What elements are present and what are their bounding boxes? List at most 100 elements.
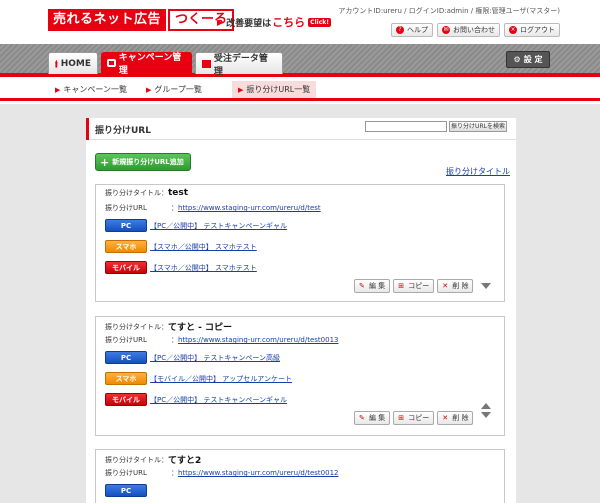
help-icon: ? xyxy=(396,26,404,34)
mail-icon: ✉ xyxy=(442,26,450,34)
campaign-link[interactable]: 【PC／公開中】 テストキャンペーンギャル xyxy=(150,221,287,231)
subnav-campaign-list[interactable]: ▶ キャンペーン一覧 xyxy=(52,81,130,98)
arrow-right-icon: ▶ xyxy=(55,85,61,94)
mobile-chip: モバイル xyxy=(105,393,147,406)
pc-chip: PC xyxy=(105,484,147,497)
card-url-link[interactable]: https://www.staging-urr.com/ureru/d/test xyxy=(178,204,321,212)
edit-button[interactable]: ✎ 編 集 xyxy=(354,411,391,425)
search-input[interactable] xyxy=(365,121,447,132)
sub-nav: ▶ キャンペーン一覧 ▶ グループ一覧 ▶ 振り分けURL一覧 xyxy=(0,77,600,101)
card-url-link[interactable]: https://www.staging-urr.com/ureru/d/test… xyxy=(178,469,338,477)
contact-button[interactable]: ✉ お問い合わせ xyxy=(437,23,500,37)
copy-label: コピー xyxy=(408,282,430,290)
reorder-controls xyxy=(481,279,495,289)
campaign-icon xyxy=(107,59,116,67)
device-row-pc: PC xyxy=(105,484,150,497)
card-actions: ✎ 編 集 ⊞ コピー ✕ 削 除 xyxy=(354,403,492,425)
copy-label: コピー xyxy=(408,414,430,422)
move-down-icon[interactable] xyxy=(481,283,492,289)
subnav-label: キャンペーン一覧 xyxy=(63,85,127,94)
campaign-link[interactable]: 【PC／公開中】 テストキャンペーンギャル xyxy=(150,395,287,405)
order-icon xyxy=(202,59,211,68)
delete-label: 削 除 xyxy=(452,414,469,422)
panel-header-accent xyxy=(86,118,89,140)
device-row-mobile: モバイル 【PC／公開中】 テストキャンペーンギャル xyxy=(105,393,287,406)
campaign-link[interactable]: 【スマホ／公開中】 スマホテスト xyxy=(150,263,257,273)
distribution-url-card: 振り分けタイトル： test 振り分けURL ： https://www.sta… xyxy=(95,184,505,302)
card-title: test xyxy=(168,188,189,198)
header-buttons: ? ヘルプ ✉ お問い合わせ × ログアウト xyxy=(391,23,560,37)
delete-button[interactable]: ✕ 削 除 xyxy=(437,411,474,425)
add-distribution-url-button[interactable]: + 新規振り分けURL追加 xyxy=(95,153,191,171)
move-up-icon[interactable] xyxy=(481,403,492,409)
edit-label: 編 集 xyxy=(369,282,386,290)
device-row-pc: PC 【PC／公開中】 テストキャンペーンギャル xyxy=(105,219,287,232)
delete-button[interactable]: ✕ 削 除 xyxy=(437,279,474,293)
card-url-row: 振り分けURL ： https://www.staging-urr.com/ur… xyxy=(105,335,338,345)
distribution-url-card: 振り分けタイトル： てすと2 振り分けURL ： https://www.sta… xyxy=(95,449,505,503)
move-down-icon[interactable] xyxy=(481,412,492,418)
pc-chip: PC xyxy=(105,219,147,232)
smartphone-chip: スマホ xyxy=(105,372,147,385)
device-row-mobile: モバイル 【スマホ／公開中】 スマホテスト xyxy=(105,261,257,274)
improve-text: 改善要望は xyxy=(226,18,272,29)
pc-chip: PC xyxy=(105,351,147,364)
tab-home-label: HOME xyxy=(60,58,91,69)
improvement-request-link[interactable]: ▶ 改善要望は こちら Click! xyxy=(217,14,331,30)
help-button[interactable]: ? ヘルプ xyxy=(391,23,433,37)
edit-button[interactable]: ✎ 編 集 xyxy=(354,279,391,293)
home-icon xyxy=(55,59,58,68)
settings-button[interactable]: ⚙ 設 定 xyxy=(506,51,550,68)
subnav-distribution-url-list[interactable]: ▶ 振り分けURL一覧 xyxy=(232,81,317,98)
card-title: てすと - コピー xyxy=(168,323,233,333)
device-row-pc: PC 【PC／公開中】 テストキャンペーン高級 xyxy=(105,351,280,364)
logout-button[interactable]: × ログアウト xyxy=(504,23,560,37)
tab-order-data[interactable]: 受注データ管理 xyxy=(195,52,283,77)
card-actions: ✎ 編 集 ⊞ コピー ✕ 削 除 xyxy=(354,279,492,293)
account-info: アカウントID:ureru / ログインID:admin / 権限:管理ユーザ(… xyxy=(338,7,560,15)
close-icon: ✕ xyxy=(442,281,449,290)
arrow-right-icon: ▶ xyxy=(217,17,224,27)
card-title-row: 振り分けタイトル： てすと2 xyxy=(105,453,201,467)
campaign-link[interactable]: 【モバイル／公開中】 アップセルアンケート xyxy=(150,374,292,384)
help-label: ヘルプ xyxy=(407,26,428,34)
app-logo[interactable]: 売れるネット広告 つくーる xyxy=(48,9,235,31)
reorder-controls xyxy=(481,403,495,418)
copy-button[interactable]: ⊞ コピー xyxy=(393,411,435,425)
url-sep: ： xyxy=(171,469,178,477)
improve-here-text: こちら xyxy=(272,16,306,29)
card-title-row: 振り分けタイトル： test xyxy=(105,188,188,198)
smartphone-chip: スマホ xyxy=(105,240,147,253)
url-label: 振り分けURL xyxy=(105,204,147,212)
title-label: 振り分けタイトル： xyxy=(105,189,168,197)
url-sep: ： xyxy=(171,204,178,212)
subnav-group-list[interactable]: ▶ グループ一覧 xyxy=(143,81,205,98)
sort-by-title-link[interactable]: 振り分けタイトル xyxy=(446,166,510,177)
delete-label: 削 除 xyxy=(452,282,469,290)
pencil-icon: ✎ xyxy=(359,281,365,290)
plus-icon: + xyxy=(100,155,110,169)
campaign-link[interactable]: 【PC／公開中】 テストキャンペーン高級 xyxy=(150,353,280,363)
subnav-label: 振り分けURL一覧 xyxy=(246,85,311,94)
arrow-right-icon: ▶ xyxy=(238,85,244,94)
copy-icon: ⊞ xyxy=(398,413,405,422)
url-label: 振り分けURL xyxy=(105,336,147,344)
device-row-smartphone: スマホ 【スマホ／公開中】 スマホテスト xyxy=(105,240,257,253)
close-icon: ✕ xyxy=(442,413,449,422)
copy-button[interactable]: ⊞ コピー xyxy=(393,279,435,293)
tab-order-label: 受注データ管理 xyxy=(213,53,268,77)
card-url-link[interactable]: https://www.staging-urr.com/ureru/d/test… xyxy=(178,336,338,344)
subnav-label: グループ一覧 xyxy=(154,85,202,94)
edit-label: 編 集 xyxy=(369,414,386,422)
card-title-row: 振り分けタイトル： てすと - コピー xyxy=(105,320,233,334)
search-button[interactable]: 振り分けURLを検索 xyxy=(449,121,507,132)
campaign-link[interactable]: 【スマホ／公開中】 スマホテスト xyxy=(150,242,257,252)
page-title: 振り分けURL xyxy=(95,126,151,136)
tab-campaign-management[interactable]: キャンペーン管理 xyxy=(101,52,192,79)
tab-campaign-label: キャンペーン管理 xyxy=(118,53,182,76)
url-sep: ： xyxy=(171,336,178,344)
logo-text-main: 売れるネット広告 xyxy=(48,9,167,31)
gear-icon: ⚙ xyxy=(513,55,521,64)
arrow-right-icon: ▶ xyxy=(146,85,152,94)
tab-home[interactable]: HOME xyxy=(48,52,98,74)
